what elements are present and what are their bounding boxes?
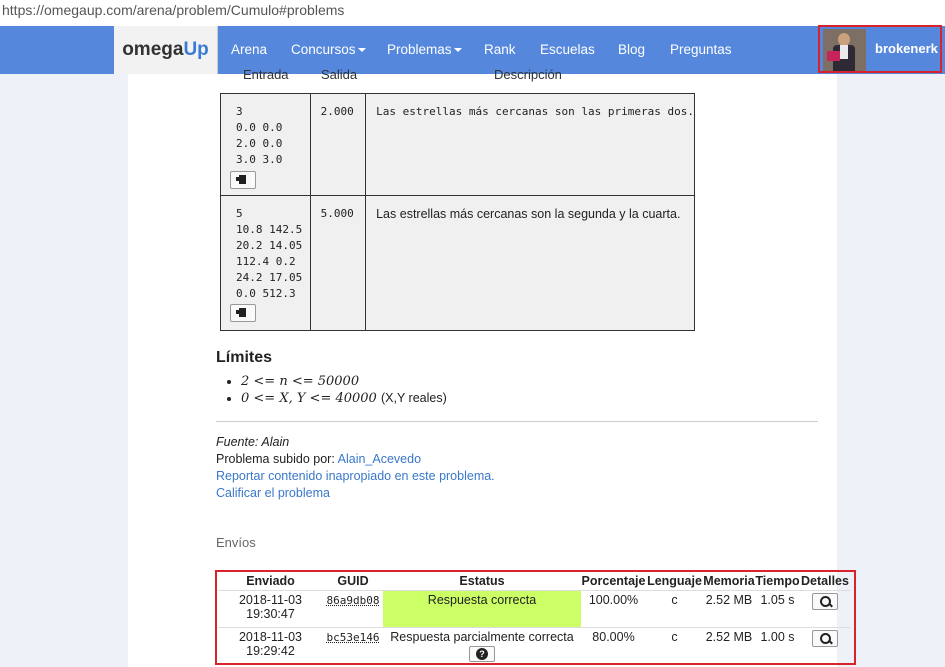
example-input: 3 0.0 0.0 2.0 0.0 3.0 3.0	[236, 105, 283, 166]
dropdown-caret-icon	[357, 48, 366, 53]
header-porcentaje: Porcentaje	[581, 574, 646, 588]
header-enviado: Enviado	[246, 574, 295, 588]
submission-percent: 80.00%	[581, 627, 646, 666]
status-help-button[interactable]: ?	[469, 646, 495, 662]
header-tiempo: Tiempo	[755, 574, 800, 588]
example-description: Las estrellas más cercanas son las prime…	[376, 105, 694, 118]
example-output: 5.000	[320, 207, 354, 220]
submission-time: 19:30:47	[246, 607, 295, 621]
user-menu[interactable]: brokenerk	[818, 25, 942, 96]
column-header-salida: Salida	[321, 67, 358, 82]
submission-runtime: 1.00 s	[755, 627, 800, 666]
report-link[interactable]: Reportar contenido inapropiado en este p…	[216, 468, 495, 485]
submissions-heading: Envíos	[216, 535, 256, 550]
problem-source: Fuente: Alain Problema subido por: Alain…	[216, 434, 495, 502]
dropdown-caret-icon	[453, 48, 462, 53]
copy-input-button[interactable]	[230, 304, 256, 322]
nav-blog[interactable]: Blog	[618, 26, 645, 74]
divider	[216, 421, 818, 422]
submission-status: Respuesta parcialmente correcta	[390, 630, 574, 644]
limit-item: 0 <= X, Y <= 40000 (X,Y reales)	[241, 390, 447, 407]
submission-memory: 2.52 MB	[703, 590, 755, 628]
submission-status: Respuesta correcta	[383, 590, 581, 628]
nav-problemas[interactable]: Problemas	[387, 26, 462, 74]
limits-heading: Límites	[216, 349, 273, 366]
header-guid: GUID	[337, 574, 369, 588]
avatar	[823, 29, 866, 71]
submission-percent: 100.00%	[581, 590, 646, 628]
header-detalles: Detalles	[801, 574, 849, 588]
header-lenguaje: Lenguaje	[647, 574, 702, 588]
limit-item: 2 <= n <= 50000	[241, 373, 447, 390]
column-header-entrada: Entrada	[243, 67, 289, 82]
uploader-link[interactable]: Alain_Acevedo	[338, 452, 421, 466]
submission-date: 2018-11-03	[238, 593, 302, 607]
submission-time: 19:29:42	[246, 644, 295, 658]
example-row: 3 0.0 0.0 2.0 0.0 3.0 3.0 2.000 Las estr…	[220, 93, 695, 196]
submission-language: c	[646, 627, 703, 666]
logo-text-omega: omega	[122, 39, 184, 60]
submissions-header-row: Enviado GUID Estatus Porcentaje Lenguaje…	[218, 572, 850, 591]
submission-language: c	[646, 590, 703, 628]
copy-input-button[interactable]	[230, 171, 256, 189]
limits-list: 2 <= n <= 50000 0 <= X, Y <= 40000 (X,Y …	[226, 373, 447, 407]
omegaup-logo[interactable]: omega Up	[114, 26, 218, 74]
submission-memory: 2.52 MB	[703, 627, 755, 666]
limit-note: (X,Y reales)	[380, 391, 447, 405]
submission-date: 2018-11-03	[238, 630, 302, 644]
example-description: Las estrellas más cercanas son la segund…	[376, 207, 681, 221]
submission-row: 2018-11-03 19:30:47 86a9db08 Respuesta co…	[218, 590, 850, 628]
address-bar[interactable]: https://omegaup.com/arena/problem/Cumulo…	[0, 0, 945, 26]
nav-preguntas[interactable]: Preguntas	[670, 26, 732, 74]
question-icon: ?	[476, 648, 488, 660]
uploaded-by-label: Problema subido por:	[216, 452, 335, 466]
submissions-table: Enviado GUID Estatus Porcentaje Lenguaje…	[218, 572, 850, 666]
example-output: 2.000	[320, 105, 354, 118]
submission-row: 2018-11-03 19:29:42 bc53e146 Respuesta pa…	[218, 627, 850, 666]
header-estatus: Estatus	[459, 574, 505, 588]
example-input: 5 10.8 142.5 20.2 14.05 112.4 0.2 24.2 1…	[236, 207, 303, 300]
username-label: brokenerk	[875, 41, 938, 56]
details-button[interactable]	[812, 630, 838, 647]
example-row: 5 10.8 142.5 20.2 14.05 112.4 0.2 24.2 1…	[220, 195, 695, 331]
submission-guid[interactable]: bc53e146	[327, 631, 380, 644]
top-navbar: omega Up Arena Concursos Problemas Rank E…	[0, 26, 945, 74]
header-memoria: Memoria	[703, 574, 755, 588]
submission-guid[interactable]: 86a9db08	[327, 594, 380, 607]
rate-problem-link[interactable]: Calificar el problema	[216, 485, 495, 502]
examples-table: 3 0.0 0.0 2.0 0.0 3.0 3.0 2.000 Las estr…	[220, 93, 695, 331]
logo-text-up: Up	[183, 39, 209, 60]
source-text: Fuente: Alain	[216, 435, 290, 449]
column-header-descripcion: Descripción	[494, 67, 562, 82]
submission-runtime: 1.05 s	[755, 590, 800, 628]
details-button[interactable]	[812, 593, 838, 610]
